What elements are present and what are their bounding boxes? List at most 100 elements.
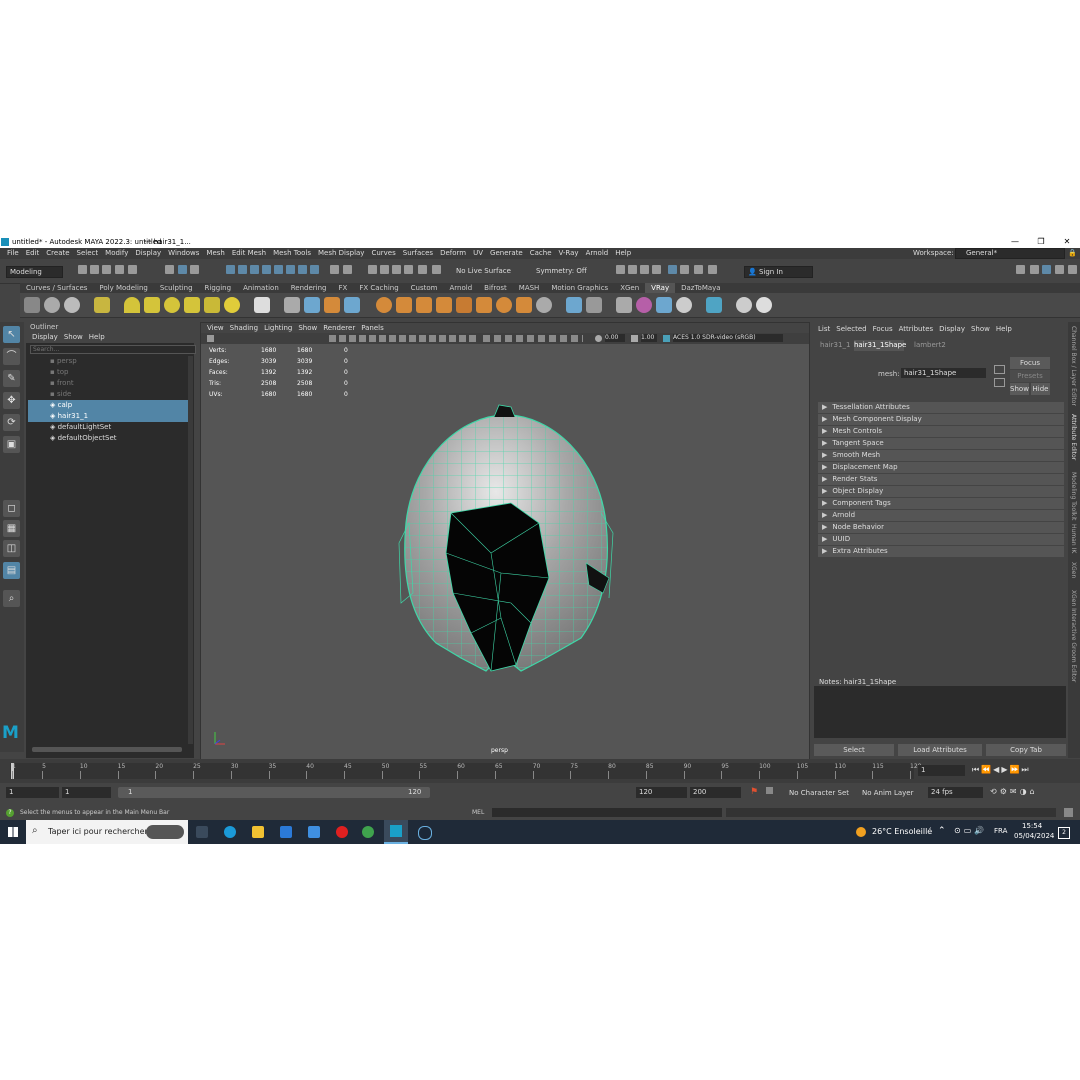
- vray-car-paint-icon[interactable]: [436, 297, 452, 313]
- shelf-tab-motion-graphics[interactable]: Motion Graphics: [545, 283, 614, 293]
- select-object-icon[interactable]: [178, 265, 187, 274]
- ae-section-node-behavior[interactable]: ▶ Node Behavior: [818, 522, 1064, 533]
- shelf-tab-bifrost[interactable]: Bifrost: [478, 283, 513, 293]
- menu-arnold[interactable]: Arnold: [586, 249, 609, 257]
- shelf-tab-poly-modeling[interactable]: Poly Modeling: [93, 283, 153, 293]
- vray-plane-icon[interactable]: [254, 297, 270, 313]
- ae-section-mesh-component-display[interactable]: ▶ Mesh Component Display: [818, 414, 1064, 425]
- vray-toon-icon[interactable]: [516, 297, 532, 313]
- mode-dropdown[interactable]: Modeling: [6, 266, 63, 278]
- ae-menu-selected[interactable]: Selected: [836, 325, 866, 333]
- hair-mesh-wireframe[interactable]: [391, 403, 621, 683]
- presets-button[interactable]: Presets: [1010, 370, 1050, 382]
- chrome-icon[interactable]: [362, 826, 374, 838]
- side-tab-xgen-groom-editor[interactable]: XGen Interactive Groom Editor: [1070, 590, 1077, 682]
- vray-volume-icon[interactable]: [344, 297, 360, 313]
- vray-sphere-light-icon[interactable]: [164, 297, 180, 313]
- snap-curve-icon[interactable]: [238, 265, 247, 274]
- shelf-tab-animation[interactable]: Animation: [237, 283, 285, 293]
- mesh-name-field[interactable]: hair31_1Shape: [901, 368, 986, 378]
- notes-textarea[interactable]: [814, 686, 1066, 738]
- save-scene-icon[interactable]: [102, 265, 111, 274]
- ae-section-extra-attributes[interactable]: ▶ Extra Attributes: [818, 546, 1064, 557]
- ae-section-arnold[interactable]: ▶ Arnold: [818, 510, 1064, 521]
- color-management-icon[interactable]: [663, 335, 670, 342]
- ae-tab-hair31-1shape[interactable]: hair31_1Shape: [854, 340, 906, 351]
- vray-vision-icon[interactable]: [736, 297, 752, 313]
- menu-generate[interactable]: Generate: [490, 249, 523, 257]
- shelf-tab-xgen[interactable]: XGen: [614, 283, 645, 293]
- viewport-panel[interactable]: View Shading Lighting Show Renderer Panels 0.…: [200, 322, 810, 760]
- vray-proxy-icon[interactable]: [284, 297, 300, 313]
- steam-icon[interactable]: [418, 826, 432, 840]
- menu-windows[interactable]: Windows: [168, 249, 199, 257]
- scale-tool-icon[interactable]: ▣: [3, 436, 20, 453]
- select-component-icon[interactable]: [190, 265, 199, 274]
- shelf-tab-mash[interactable]: MASH: [513, 283, 546, 293]
- viewport-menu-view[interactable]: View: [207, 324, 224, 332]
- system-tray-icons[interactable]: ⊙▭🔊: [954, 826, 987, 835]
- rotate-tool-icon[interactable]: ⟳: [3, 414, 20, 431]
- viewport-menu-panels[interactable]: Panels: [361, 324, 384, 332]
- select-hierarchy-icon[interactable]: [165, 265, 174, 274]
- redo-icon[interactable]: [128, 265, 137, 274]
- outliner-item-front[interactable]: ▪ front: [28, 378, 188, 389]
- lasso-tool-icon[interactable]: ⌒: [3, 348, 20, 365]
- weather-sun-icon[interactable]: [856, 827, 866, 837]
- animation-start-field[interactable]: 1: [6, 787, 59, 798]
- menu-surfaces[interactable]: Surfaces: [403, 249, 433, 257]
- shelf-tab-vray[interactable]: VRay: [645, 283, 676, 293]
- vray-vfb-icon[interactable]: [64, 297, 80, 313]
- sign-in-dropdown[interactable]: 👤 Sign In: [744, 266, 813, 278]
- ae-tab-hair31-1[interactable]: hair31_1: [820, 340, 850, 351]
- mail-icon[interactable]: [308, 826, 320, 838]
- load-attributes-button[interactable]: Load Attributes: [898, 744, 982, 756]
- side-tab-xgen[interactable]: XGen: [1070, 562, 1077, 578]
- layout-icon-4[interactable]: [1055, 265, 1064, 274]
- side-tab-human-ik[interactable]: Human IK: [1070, 524, 1077, 553]
- vray-chaos-icon[interactable]: [706, 297, 722, 313]
- command-line-input[interactable]: [492, 808, 722, 817]
- auto-key-icon[interactable]: ⚑: [750, 787, 758, 797]
- outliner-item-calp[interactable]: ◈ calp: [28, 400, 188, 411]
- shelf-tab-arnold[interactable]: Arnold: [444, 283, 479, 293]
- vray-physical-camera-icon[interactable]: [566, 297, 582, 313]
- ipr-icon[interactable]: [380, 265, 389, 274]
- vray-ipr-icon[interactable]: [44, 297, 60, 313]
- single-view-icon[interactable]: ◻: [3, 500, 20, 517]
- vray-logo-icon[interactable]: [756, 297, 772, 313]
- script-editor-icon[interactable]: [1064, 808, 1073, 817]
- ae-section-render-stats[interactable]: ▶ Render Stats: [818, 474, 1064, 485]
- render-sequence-icon[interactable]: [680, 265, 689, 274]
- outliner-layout-icon[interactable]: ▤: [3, 562, 20, 579]
- menu-edit-mesh[interactable]: Edit Mesh: [232, 249, 266, 257]
- vray-fur-icon[interactable]: [304, 297, 320, 313]
- ae-section-component-tags[interactable]: ▶ Component Tags: [818, 498, 1064, 509]
- anim-layer-dropdown[interactable]: No Anim Layer: [862, 789, 913, 797]
- show-button[interactable]: Show: [1010, 383, 1029, 395]
- select-button[interactable]: Select: [814, 744, 894, 756]
- outliner-item-default-object-set[interactable]: ◈ defaultObjectSet: [28, 433, 188, 444]
- taskbar-search-box[interactable]: ⌕ Taper ici pour rechercher: [26, 820, 188, 844]
- lock-icon[interactable]: 🔒: [1068, 248, 1077, 259]
- playback-options-icon[interactable]: ⟲⚙✉◑⌂: [990, 787, 1038, 796]
- clock-date[interactable]: 05/04/2024: [1014, 832, 1054, 840]
- outliner-item-default-light-set[interactable]: ◈ defaultLightSet: [28, 422, 188, 433]
- snap-point-icon[interactable]: [250, 265, 259, 274]
- opera-icon[interactable]: [336, 826, 348, 838]
- gamma-field[interactable]: 1.00: [641, 334, 657, 342]
- four-view-icon[interactable]: ▦: [3, 520, 20, 537]
- uv-editor-icon[interactable]: [628, 265, 637, 274]
- vray-material-presets-icon[interactable]: [656, 297, 672, 313]
- task-view-icon[interactable]: [196, 826, 208, 838]
- snap-view-icon[interactable]: [262, 265, 271, 274]
- render-view-icon[interactable]: [418, 265, 427, 274]
- ae-input-connection-icon[interactable]: [994, 365, 1005, 374]
- ae-section-displacement-map[interactable]: ▶ Displacement Map: [818, 462, 1064, 473]
- shelf-tab-curves-surfaces[interactable]: Curves / Surfaces: [20, 283, 93, 293]
- snap-surface-icon[interactable]: [274, 265, 283, 274]
- undo-icon[interactable]: [115, 265, 124, 274]
- ae-output-connection-icon[interactable]: [994, 378, 1005, 387]
- viewport-menu-lighting[interactable]: Lighting: [264, 324, 292, 332]
- construction-icon[interactable]: [343, 265, 352, 274]
